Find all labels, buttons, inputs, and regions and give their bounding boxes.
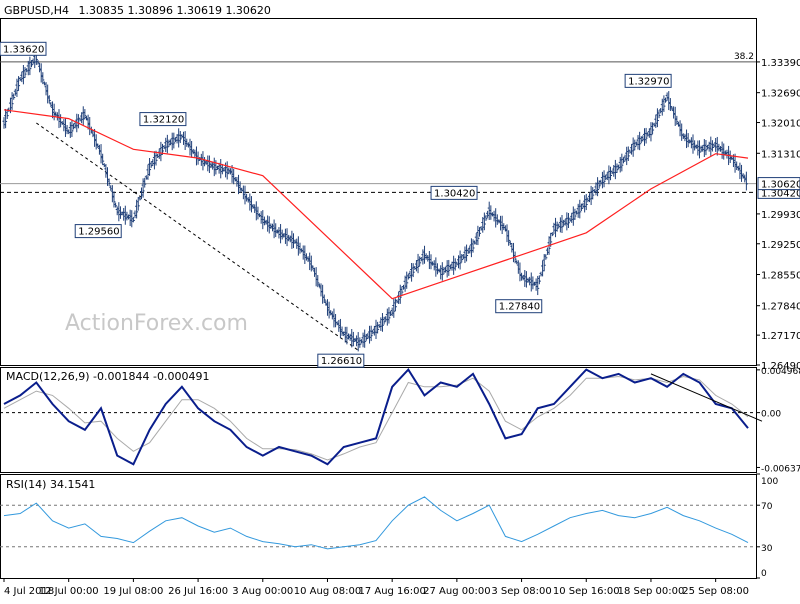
price-axis-tick-label: 1.33390: [761, 58, 800, 69]
x-axis-tick-label: 3 Aug 00:00: [232, 586, 293, 597]
x-axis-tick-label: 10 Aug 08:00: [294, 586, 361, 597]
x-axis-tick-label: 17 Aug 16:00: [358, 586, 425, 597]
price-axis-tick-label: 1.29250: [761, 240, 800, 251]
macd-axis-tick-label: 0.004968: [761, 367, 800, 377]
symbol-label: GBPUSD,H4: [4, 4, 69, 17]
price-annotation-label: 1.29560: [78, 227, 119, 238]
price-annotation-label: 1.32970: [628, 76, 669, 87]
x-axis-tick-label: 18 Sep 00:00: [618, 586, 685, 597]
price-annotation-label: 1.30420: [434, 188, 475, 199]
price-axis-tick-label: 1.32010: [761, 119, 800, 130]
x-axis-tick-label: 12 Jul 00:00: [39, 586, 99, 597]
x-axis-tick-label: 10 Sep 16:00: [553, 586, 620, 597]
rsi-axis-tick-label: 30: [761, 544, 773, 554]
x-axis-tick-label: 3 Sep 08:00: [491, 586, 551, 597]
x-axis-tick-label: 26 Jul 16:00: [168, 586, 228, 597]
price-axis-tick-label: 1.27840: [761, 302, 800, 313]
x-axis-tick-label: 27 Aug 00:00: [423, 586, 490, 597]
price-annotation-label: 1.32120: [143, 115, 184, 126]
chart-container: ActionForex.com GBPUSD,H4 1.30835 1.3089…: [0, 0, 800, 600]
price-axis-tick-label: 1.29930: [761, 210, 800, 221]
fib-38-label: 38.2: [734, 52, 754, 62]
rsi-axis-tick-label: 0: [761, 569, 767, 579]
current-price-label: 1.30620: [761, 180, 800, 191]
macd-axis-tick-label: 0.00: [761, 410, 781, 420]
macd-panel-title: MACD(12,26,9) -0.001844 -0.000491: [6, 370, 209, 383]
price-axis-tick-label: 1.32690: [761, 89, 800, 100]
chart-canvas: ActionForex.com GBPUSD,H4 1.30835 1.3089…: [0, 0, 800, 600]
price-annotation-label: 1.33620: [3, 44, 44, 55]
rsi-axis-tick-label: 70: [761, 502, 773, 512]
rsi-axis-tick-label: 100: [761, 477, 778, 487]
price-axis-tick-label: 1.28550: [761, 271, 800, 282]
x-axis-tick-label: 25 Sep 08:00: [682, 586, 749, 597]
price-panel-title: GBPUSD,H4 1.30835 1.30896 1.30619 1.3062…: [4, 4, 271, 17]
x-axis-tick-label: 19 Jul 08:00: [103, 586, 163, 597]
price-axis-tick-label: 1.27170: [761, 331, 800, 342]
ohlc-readout: 1.30835 1.30896 1.30619 1.30620: [78, 4, 270, 17]
macd-axis-tick-label: -0.006372: [761, 464, 800, 474]
watermark: ActionForex.com: [65, 311, 248, 336]
rsi-panel-title: RSI(14) 34.1541: [6, 478, 95, 491]
price-axis-tick-label: 1.31310: [761, 149, 800, 160]
price-annotation-label: 1.26610: [321, 356, 362, 367]
price-annotation-label: 1.27840: [499, 302, 540, 313]
